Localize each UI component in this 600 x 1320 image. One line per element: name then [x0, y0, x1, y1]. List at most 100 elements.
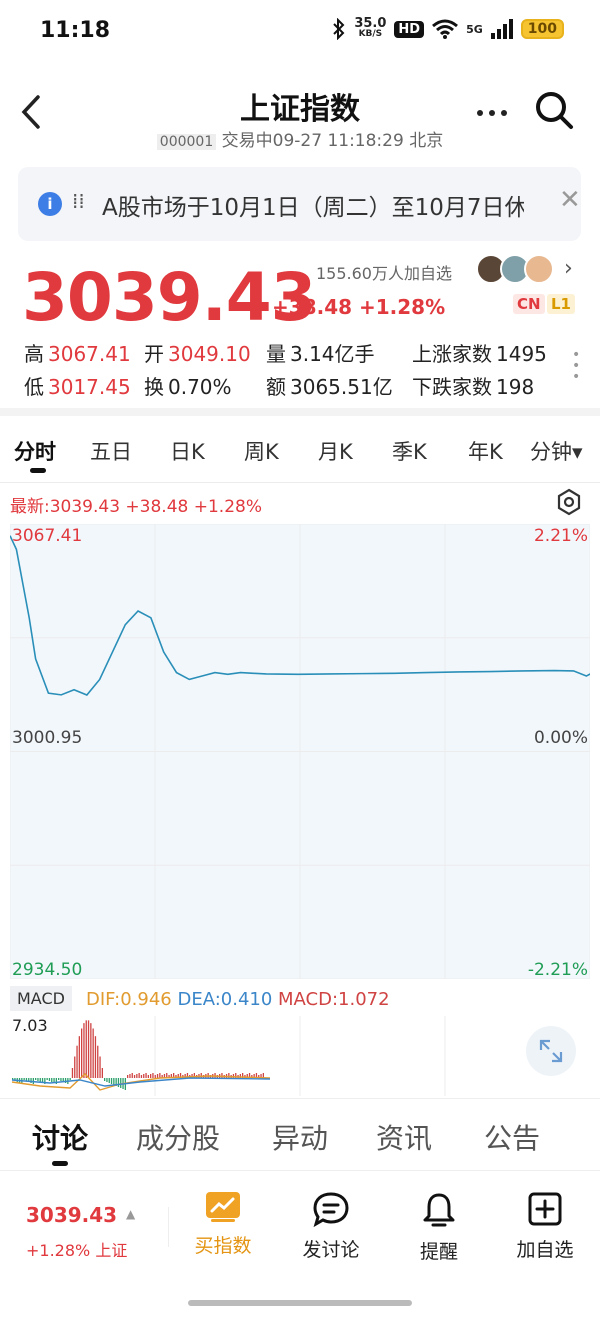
tab-daily[interactable]: 日K	[170, 436, 205, 466]
page-subtitle: 000001 交易中09-27 11:18:29 北京	[0, 126, 600, 151]
macd-bar	[64, 1078, 67, 1083]
tab-indicator	[52, 1161, 68, 1166]
stat-amount: 额 3065.51亿	[266, 375, 393, 399]
trading-status: 交易中09-27 11:18:29 北京	[221, 131, 444, 151]
notice-banner[interactable]: i ⁞⁞ A股市场于10月1日（周二）至10月7日休市 ✕	[18, 167, 581, 241]
cn-badge: CN	[513, 294, 545, 314]
header: 上证指数 000001 交易中09-27 11:18:29 北京	[0, 80, 600, 151]
alert-label: 提醒	[419, 1241, 458, 1263]
post-discussion-label: 发讨论	[302, 1239, 360, 1261]
search-button[interactable]	[534, 90, 574, 134]
bottom-change: +1.28% 上证	[26, 1241, 128, 1260]
dif-value: DIF:0.946	[86, 989, 172, 1010]
tab-monthly[interactable]: 月K	[318, 436, 353, 466]
more-icon	[477, 110, 507, 116]
notice-text: A股市场于10月1日（周二）至10月7日休市	[102, 195, 524, 221]
macd-bar	[113, 1078, 115, 1085]
macd-bar	[127, 1075, 129, 1078]
buy-index-button[interactable]: 买指数	[178, 1191, 268, 1258]
macd-bar	[76, 1045, 78, 1078]
up-arrow-icon: ▲	[126, 1207, 136, 1221]
divider	[168, 1207, 169, 1247]
scroll-text-icon: ⁞⁞	[72, 189, 85, 213]
latest-quote-line: 最新:3039.43 +38.48 +1.28%	[10, 497, 262, 517]
page-title: 上证指数	[240, 92, 360, 127]
chart-settings-button[interactable]	[555, 488, 583, 520]
macd-bar	[156, 1074, 159, 1078]
bottom-bar: 3039.43 ▲ +1.28% 上证 买指数 发讨论 提醒 加自选	[0, 1170, 600, 1280]
macd-bar	[97, 1045, 99, 1078]
expand-chart-button[interactable]	[526, 1026, 576, 1076]
l1-badge: L1	[547, 294, 575, 314]
avatar	[524, 254, 554, 284]
bell-icon	[423, 1193, 455, 1227]
macd-bar	[136, 1074, 138, 1078]
macd-bar	[60, 1078, 62, 1081]
tab-news[interactable]: 资讯	[376, 1117, 432, 1157]
macd-bar	[110, 1078, 113, 1084]
tab-5day[interactable]: 五日	[90, 436, 132, 466]
section-divider	[0, 408, 600, 416]
macd-bar	[37, 1078, 39, 1081]
tab-announcements[interactable]: 公告	[484, 1117, 540, 1157]
more-stats-icon[interactable]: • • •	[572, 348, 580, 384]
post-discussion-button[interactable]: 发讨论	[286, 1191, 376, 1262]
macd-bar	[74, 1056, 76, 1078]
net-speed: 35.0 KB/S	[354, 16, 387, 39]
dea-line	[11, 1077, 271, 1087]
macd-bar	[133, 1075, 136, 1078]
add-watchlist-button[interactable]: 加自选	[500, 1191, 590, 1262]
tab-discussion[interactable]: 讨论	[32, 1117, 88, 1157]
macd-bar	[131, 1073, 133, 1078]
battery-icon: 100	[520, 19, 564, 39]
chart-tabs: 分时 五日 日K 周K 月K 季K 年K 分钟▾	[0, 422, 600, 480]
divider	[0, 482, 600, 483]
trend-chart-icon	[206, 1192, 240, 1222]
tab-constituents[interactable]: 成分股	[136, 1117, 220, 1157]
macd-bar	[71, 1068, 74, 1078]
stat-advancers: 上涨家数 1495	[412, 342, 547, 366]
close-icon[interactable]: ✕	[559, 185, 581, 215]
macd-bar	[138, 1073, 140, 1078]
bottom-price: 3039.43	[26, 1203, 118, 1227]
tab-movements[interactable]: 异动	[272, 1117, 328, 1157]
signal-label: 5G	[466, 22, 483, 36]
chat-bubble-icon	[313, 1192, 349, 1228]
macd-bar	[120, 1078, 122, 1088]
macd-label[interactable]: MACD	[10, 986, 72, 1011]
tab-weekly[interactable]: 周K	[244, 436, 279, 466]
tab-intraday[interactable]: 分时	[14, 436, 56, 466]
macd-bar	[46, 1078, 48, 1080]
macd-bar	[78, 1036, 80, 1078]
buy-index-label: 买指数	[194, 1235, 252, 1257]
macd-bar	[147, 1075, 149, 1078]
info-icon: i	[38, 192, 62, 216]
macd-bar	[108, 1078, 110, 1083]
followers-count[interactable]: 155.60万人加自选	[316, 260, 452, 284]
chevron-right-icon[interactable]: ›	[564, 256, 573, 281]
macd-bar	[106, 1078, 108, 1082]
tab-quarterly[interactable]: 季K	[392, 436, 427, 466]
macd-bar	[30, 1078, 32, 1083]
more-button[interactable]	[476, 92, 508, 125]
stat-volume: 量 3.14亿手	[266, 342, 375, 366]
pct-high-label: 2.21%	[533, 526, 588, 546]
macd-value: MACD:1.072	[278, 989, 390, 1010]
macd-bar	[117, 1078, 120, 1087]
tab-yearly[interactable]: 年K	[468, 436, 503, 466]
macd-bar	[85, 1020, 87, 1078]
tab-minute[interactable]: 分钟▾	[530, 436, 583, 466]
stat-low: 低 3017.45	[24, 375, 131, 399]
macd-bar	[83, 1023, 85, 1078]
macd-bar	[90, 1023, 92, 1078]
follower-avatars[interactable]	[476, 254, 556, 286]
expand-icon	[539, 1039, 563, 1063]
intraday-chart[interactable]: 3067.41 2.21% 3000.95 0.00% 2934.50 -2.2…	[9, 523, 600, 980]
y-low-label: 2934.50	[12, 960, 83, 980]
pct-low-label: -2.21%	[527, 960, 588, 980]
price-change: +38.48 +1.28%	[272, 295, 446, 319]
alert-button[interactable]: 提醒	[394, 1191, 484, 1264]
signal-icon	[490, 19, 513, 39]
add-square-icon	[528, 1192, 562, 1226]
home-indicator[interactable]	[188, 1300, 412, 1306]
